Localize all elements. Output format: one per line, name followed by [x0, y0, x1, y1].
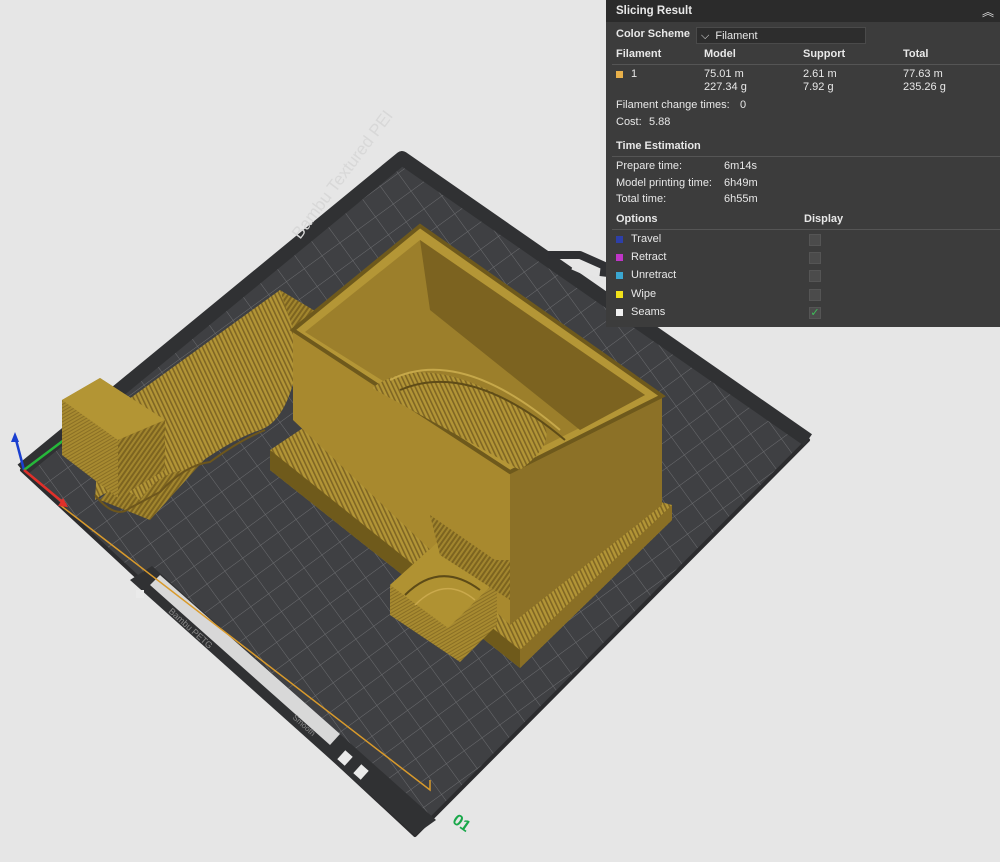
- model-weight: 227.34 g: [704, 81, 747, 93]
- retract-display-checkbox[interactable]: [809, 252, 821, 264]
- col-support: Support: [803, 48, 846, 60]
- unretract-color-swatch: [616, 271, 623, 279]
- seams-display-checkbox[interactable]: ✓: [809, 307, 821, 319]
- total-length: 77.63 m: [903, 68, 943, 80]
- prepare-time-label: Prepare time:: [616, 160, 683, 172]
- col-model: Model: [704, 48, 736, 60]
- support-length: 2.61 m: [803, 68, 837, 80]
- color-scheme-value: Filament: [715, 30, 758, 42]
- option-label: Unretract: [631, 269, 677, 281]
- option-label: Seams: [631, 306, 666, 318]
- model-print-time-value: 6h49m: [724, 177, 758, 189]
- panel-header: Slicing Result ︽: [606, 0, 1000, 22]
- col-total: Total: [903, 48, 929, 60]
- wipe-display-checkbox[interactable]: [809, 289, 821, 301]
- color-scheme-dropdown[interactable]: ⌵ Filament: [696, 27, 866, 44]
- color-scheme-row: Color Scheme ⌵ Filament: [606, 24, 1000, 46]
- seams-color-swatch: [616, 308, 623, 316]
- travel-color-swatch: [616, 235, 623, 243]
- plate-grid-icon[interactable]: [136, 590, 144, 598]
- filament-table-header: Filament Model Support Total: [606, 48, 1000, 64]
- option-label: Travel: [631, 233, 662, 245]
- cost-value: 5.88: [649, 116, 671, 128]
- filament-color-swatch: [616, 70, 623, 78]
- color-scheme-label: Color Scheme: [616, 28, 690, 40]
- support-weight: 7.92 g: [803, 81, 834, 93]
- display-label: Display: [804, 213, 844, 225]
- model-length: 75.01 m: [704, 68, 744, 80]
- chevron-down-icon: ⌵: [701, 30, 710, 42]
- option-label: Wipe: [631, 288, 657, 300]
- total-weight: 235.26 g: [903, 81, 946, 93]
- filament-id: 1: [631, 68, 638, 80]
- model-print-time-label: Model printing time:: [616, 177, 712, 189]
- wipe-color-swatch: [616, 290, 623, 298]
- prepare-time-value: 6m14s: [724, 160, 758, 172]
- filament-change-value: 0: [740, 99, 747, 111]
- retract-color-swatch: [616, 253, 623, 261]
- col-filament: Filament: [616, 48, 662, 60]
- options-label: Options: [616, 213, 658, 225]
- unretract-display-checkbox[interactable]: [809, 270, 821, 282]
- travel-display-checkbox[interactable]: [809, 234, 821, 246]
- total-time-label: Total time:: [616, 193, 667, 205]
- filament-change-label: Filament change times:: [616, 99, 730, 111]
- slicing-result-panel: Slicing Result ︽ Color Scheme ⌵ Filament …: [606, 0, 1000, 327]
- total-time-value: 6h55m: [724, 193, 758, 205]
- collapse-icon[interactable]: ︽: [982, 3, 994, 20]
- option-label: Retract: [631, 251, 667, 263]
- filament-row: 1 75.01 m 227.34 g 2.61 m 7.92 g 77.63 m…: [606, 68, 1000, 98]
- cost-label: Cost:: [616, 116, 642, 128]
- panel-title: Slicing Result: [616, 5, 693, 17]
- time-estimation-label: Time Estimation: [616, 140, 701, 152]
- checkmark-icon: ✓: [810, 307, 820, 319]
